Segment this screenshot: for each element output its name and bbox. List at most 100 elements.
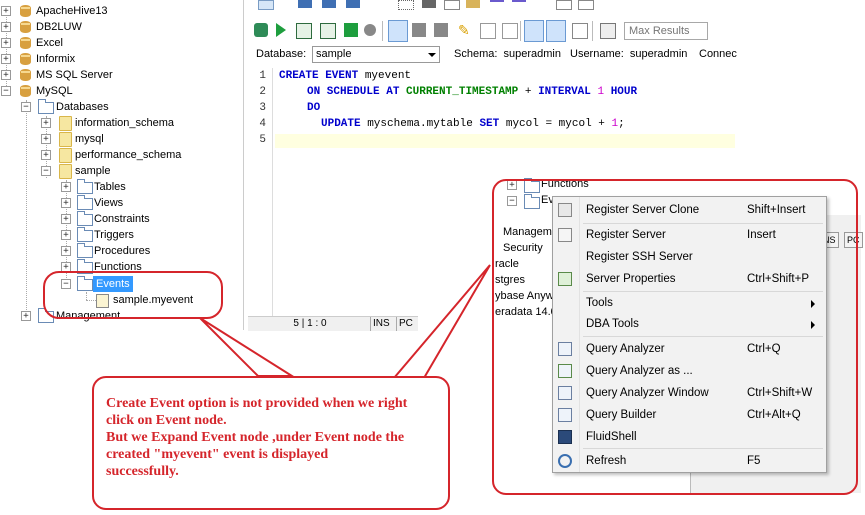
folder-icon xyxy=(77,179,93,194)
save-as-icon[interactable] xyxy=(322,0,336,8)
expand-icon[interactable]: + xyxy=(1,70,11,80)
identifier: myevent xyxy=(358,70,412,82)
line-gutter: 1 2 3 4 5 xyxy=(248,68,273,318)
annotation-line: Create Event option is not provided when… xyxy=(106,396,408,411)
expand-icon[interactable]: + xyxy=(1,6,11,16)
connection-bar: Database: sample Schema: superadmin User… xyxy=(248,45,738,65)
keyword: CREATE EVENT xyxy=(279,70,359,82)
collapse-icon[interactable]: − xyxy=(41,166,51,176)
explain-icon[interactable] xyxy=(344,23,358,37)
schema-icon xyxy=(59,116,72,131)
save-icon[interactable] xyxy=(298,0,312,8)
new-icon[interactable] xyxy=(258,0,274,10)
server-icon xyxy=(20,5,31,17)
folder-icon xyxy=(77,227,93,242)
keyword: INTERVAL xyxy=(538,86,591,98)
undo-icon[interactable] xyxy=(490,0,504,10)
results-file-icon[interactable] xyxy=(572,23,588,39)
execute-all-icon[interactable] xyxy=(254,23,268,37)
schema-icon xyxy=(59,132,72,147)
tree-item-label: information_schema xyxy=(75,117,175,129)
connect-text: Connec xyxy=(699,48,737,60)
current-line-highlight xyxy=(275,134,735,148)
copy-icon[interactable] xyxy=(444,0,460,10)
expand-icon[interactable]: + xyxy=(21,311,31,321)
select-icon[interactable] xyxy=(398,0,414,10)
stop-icon[interactable] xyxy=(364,24,376,36)
auto-commit-toggle[interactable] xyxy=(388,20,408,42)
replace-icon[interactable] xyxy=(578,0,594,10)
code-line-3: DO xyxy=(307,102,320,114)
expand-icon[interactable]: + xyxy=(41,134,51,144)
code-line-4: UPDATE myschema.mytable SET mycol = myco… xyxy=(321,118,625,130)
expand-icon[interactable]: + xyxy=(61,182,71,192)
annotation-line: successfully. xyxy=(106,464,179,479)
tree-item-label: Informix xyxy=(36,53,76,65)
keyword: ON SCHEDULE AT xyxy=(307,86,400,98)
max-results-input[interactable] xyxy=(624,22,708,40)
find-icon[interactable] xyxy=(556,0,572,10)
function-name: CURRENT_TIMESTAMP xyxy=(406,86,519,98)
expand-icon[interactable]: + xyxy=(61,214,71,224)
folder-icon xyxy=(77,195,93,210)
tree-item-label: Triggers xyxy=(94,229,134,241)
keyword: UPDATE xyxy=(321,118,361,130)
results-grid-toggle[interactable] xyxy=(524,20,544,42)
tree-item-label: DB2LUW xyxy=(36,21,82,33)
server-icon xyxy=(20,37,31,49)
identifier: myschema.mytable xyxy=(360,118,480,130)
highlight-oval-menu xyxy=(492,179,858,495)
annotation-callout: Create Event option is not provided when… xyxy=(92,376,450,510)
line-number: 5 xyxy=(259,134,266,146)
folder-icon xyxy=(77,211,93,226)
tree-item-label: sample xyxy=(75,165,111,177)
execute-icon[interactable] xyxy=(276,23,286,37)
database-select[interactable]: sample xyxy=(312,46,440,63)
keyword: HOUR xyxy=(610,86,638,98)
rollback-icon[interactable] xyxy=(434,23,448,37)
expand-icon[interactable]: + xyxy=(41,118,51,128)
line-number: 2 xyxy=(259,86,266,98)
collapse-icon[interactable]: − xyxy=(1,86,11,96)
expand-icon[interactable]: + xyxy=(1,38,11,48)
uncomment-icon[interactable] xyxy=(502,23,518,39)
collapse-icon[interactable]: − xyxy=(21,102,31,112)
paste-icon[interactable] xyxy=(466,0,480,8)
results-text-toggle[interactable] xyxy=(546,20,566,42)
line-ending-mode: PC xyxy=(396,317,417,331)
execute-step-icon[interactable] xyxy=(296,23,312,39)
expand-icon[interactable]: + xyxy=(61,230,71,240)
tree-guide xyxy=(26,100,27,316)
toolbar-separator xyxy=(382,21,383,41)
line-number: 1 xyxy=(259,70,266,82)
save-all-icon[interactable] xyxy=(346,0,360,8)
expand-icon[interactable]: + xyxy=(1,54,11,64)
grid-icon[interactable] xyxy=(600,23,616,39)
tree-item-label: Tables xyxy=(94,181,126,193)
execute-current-icon[interactable] xyxy=(320,23,336,39)
tree-item-label: Views xyxy=(94,197,124,209)
code-line-2: ON SCHEDULE AT CURRENT_TIMESTAMP + INTER… xyxy=(307,86,637,98)
line-number: 3 xyxy=(259,102,266,114)
tree-item-label: MS SQL Server xyxy=(36,69,113,81)
format-icon[interactable]: ✎ xyxy=(458,23,472,37)
tree-item-label: mysql xyxy=(75,133,104,145)
toolbar-separator xyxy=(592,21,593,41)
server-icon xyxy=(20,53,31,65)
annotation-line: But we Expand Event node ,under Event no… xyxy=(106,430,405,445)
expand-icon[interactable]: + xyxy=(61,246,71,256)
expand-icon[interactable]: + xyxy=(1,22,11,32)
cut-icon[interactable] xyxy=(422,0,436,8)
comment-icon[interactable] xyxy=(480,23,496,39)
expand-icon[interactable]: + xyxy=(41,150,51,160)
highlight-oval-events xyxy=(43,271,223,319)
commit-icon[interactable] xyxy=(412,23,426,37)
redo-icon[interactable] xyxy=(512,0,526,10)
folder-icon xyxy=(38,99,54,114)
number: 1 xyxy=(597,86,605,98)
main-toolbar xyxy=(248,0,738,14)
annotation-text: Create Event option is not provided when… xyxy=(106,395,446,480)
identifier: mycol = mycol + xyxy=(499,118,612,130)
operator: + xyxy=(518,86,539,98)
expand-icon[interactable]: + xyxy=(61,198,71,208)
